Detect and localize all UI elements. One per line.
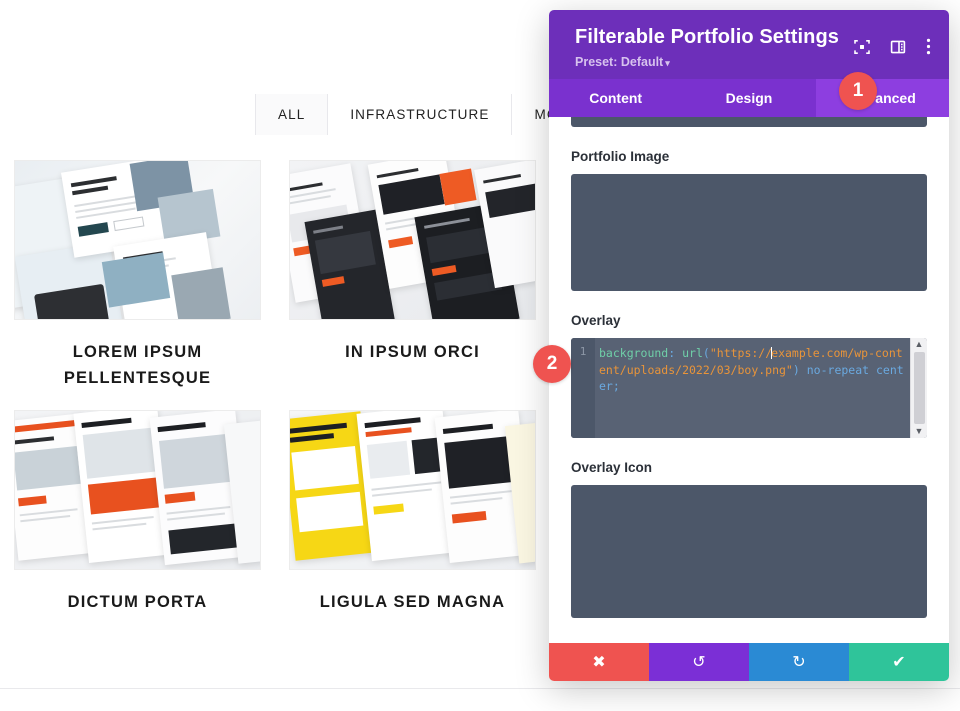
portfolio-item-title: LIGULA SED MAGNA [319, 592, 506, 611]
portfolio-item[interactable]: LIGULA SED MAGNA [275, 409, 550, 615]
css-colon-token: : [668, 346, 676, 360]
overlay-icon-code-box[interactable] [571, 485, 927, 618]
scrolled-code-box-partial [571, 117, 927, 127]
overlay-code-editor[interactable]: 1 background: url("https://example.com/w… [571, 338, 927, 438]
filter-tab-infrastructure[interactable]: INFRASTRUCTURE [328, 94, 513, 135]
tab-advanced[interactable]: Advanced [815, 79, 949, 117]
portfolio-item[interactable]: IN IPSUM ORCI [275, 160, 550, 392]
filter-tab-all[interactable]: ALL [255, 94, 329, 135]
preset-label: Preset: Default [575, 55, 664, 69]
portfolio-image-code-box[interactable] [571, 174, 927, 291]
more-vertical-icon[interactable] [926, 38, 931, 55]
filterable-portfolio-settings-modal: Filterable Portfolio Settings Preset: De… [549, 10, 949, 681]
scroll-up-icon[interactable]: ▲ [915, 340, 924, 349]
callout-badge-2: 2 [533, 345, 571, 383]
css-url-token: url [682, 346, 703, 360]
page-divider [0, 688, 960, 689]
css-close-paren-token: ) [792, 362, 800, 377]
undo-button[interactable]: ↺ [649, 643, 749, 681]
css-open-paren-token: ( [702, 346, 710, 360]
css-string-start-token: "https:// [709, 346, 773, 360]
modal-header-icons [854, 38, 931, 55]
portfolio-item[interactable]: DICTUM PORTA [0, 409, 275, 615]
portfolio-thumbnail[interactable] [289, 409, 536, 570]
portfolio-item-title: IN IPSUM ORCI [345, 343, 480, 361]
modal-header: Filterable Portfolio Settings Preset: De… [549, 10, 949, 79]
modal-body: Portfolio Image Overlay 1 background: ur… [549, 117, 949, 643]
field-portfolio-image: Portfolio Image [571, 149, 927, 291]
callout-badge-1: 1 [839, 72, 877, 110]
modal-tabbar: Content Design Advanced [549, 79, 949, 117]
css-semicolon-token: ; [612, 379, 620, 393]
editor-code-text[interactable]: background: url("https://example.com/wp-… [595, 338, 910, 438]
portfolio-item-title: DICTUM PORTA [67, 592, 208, 611]
chevron-down-icon: ▾ [665, 58, 670, 68]
modal-footer: ✖ ↺ ↻ ✔ [549, 643, 949, 681]
cancel-button[interactable]: ✖ [549, 643, 649, 681]
field-overlay-icon: Overlay Icon [571, 460, 927, 618]
screenshot-root: ALL INFRASTRUCTURE MOBILE [0, 0, 960, 711]
focus-icon[interactable] [854, 39, 870, 55]
editor-line-numbers: 1 [571, 338, 595, 438]
portfolio-thumbnail[interactable] [14, 160, 261, 320]
field-label: Portfolio Image [571, 149, 670, 164]
css-property-token: background [599, 346, 669, 360]
scroll-down-icon[interactable]: ▼ [915, 427, 924, 436]
scrollbar-thumb[interactable] [913, 352, 925, 424]
tab-design[interactable]: Design [682, 79, 815, 117]
portfolio-thumbnail[interactable] [289, 160, 536, 320]
portfolio-item[interactable]: LOREM IPSUM PELLENTESQUE [0, 160, 275, 392]
save-button[interactable]: ✔ [849, 643, 949, 681]
field-label: Overlay [571, 313, 621, 328]
tab-content[interactable]: Content [549, 79, 682, 117]
preset-selector[interactable]: Preset: Default ▾ [575, 55, 927, 69]
portfolio-item-title: LOREM IPSUM PELLENTESQUE [63, 343, 212, 388]
field-label: Overlay Icon [571, 460, 653, 475]
layout-panel-icon[interactable] [890, 39, 906, 55]
redo-button[interactable]: ↻ [749, 643, 849, 681]
field-overlay: Overlay 1 background: url("https://examp… [571, 313, 927, 438]
portfolio-thumbnail[interactable] [14, 409, 261, 570]
editor-scrollbar[interactable]: ▲ ▼ [910, 338, 927, 438]
